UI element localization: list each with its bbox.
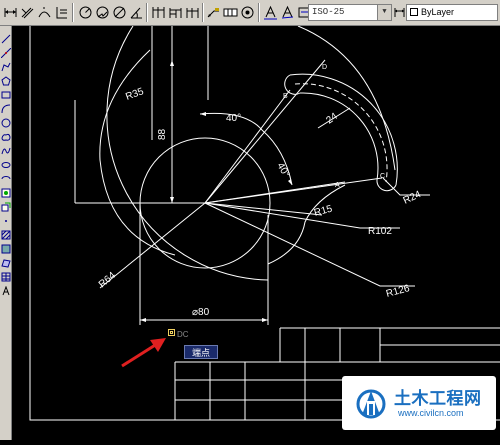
revcloud-icon[interactable] xyxy=(0,130,12,144)
jogged-dim-icon[interactable] xyxy=(94,3,111,21)
leader-r64 xyxy=(99,202,206,289)
red-arrowhead-icon xyxy=(150,338,166,352)
region-icon[interactable] xyxy=(0,256,12,270)
dimension-toolbar: ISO-25 ▼ ByLayer xyxy=(0,0,500,26)
toolbar-separator xyxy=(258,3,260,22)
draw-toolbar xyxy=(0,26,12,440)
chevron-down-icon[interactable]: ▼ xyxy=(377,5,391,20)
label-88: 88 xyxy=(157,128,168,140)
circle-icon[interactable] xyxy=(0,116,12,130)
radius-dim-icon[interactable] xyxy=(77,3,94,21)
center-mark-icon[interactable] xyxy=(239,3,256,21)
leader-r102 xyxy=(204,202,400,229)
label-r24: R24 xyxy=(402,189,424,207)
watermark-url: www.civilcn.com xyxy=(398,408,464,418)
label-40-right: 40° xyxy=(274,161,291,180)
slot-top-cap xyxy=(284,74,301,95)
center-to-d-line xyxy=(204,59,326,204)
quick-dim-icon[interactable] xyxy=(150,3,167,21)
arrow-88-top xyxy=(170,60,174,66)
angle-40-right-arc xyxy=(261,129,293,186)
aligned-dim-icon[interactable] xyxy=(19,3,36,21)
leader-r24 xyxy=(382,177,430,196)
dim-edit-icon[interactable] xyxy=(262,3,279,21)
point-d: D xyxy=(322,64,327,71)
arc-length-icon[interactable] xyxy=(36,3,53,21)
ordinate-dim-icon[interactable] xyxy=(53,3,70,21)
arrow-40-b xyxy=(288,179,292,185)
point-a: A xyxy=(335,182,340,189)
toolbar-separator xyxy=(72,3,74,22)
insert-block-icon[interactable] xyxy=(0,186,12,200)
arrow-dia80-right xyxy=(262,318,268,322)
arc-icon[interactable] xyxy=(0,102,12,116)
color-swatch-icon xyxy=(410,8,418,16)
label-dia80: ⌀80 xyxy=(192,307,210,318)
label-24: 24 xyxy=(324,111,340,127)
center-to-b-line xyxy=(204,89,291,204)
toolbar-separator xyxy=(146,3,148,22)
point-b: B xyxy=(283,93,288,100)
layer-value: ByLayer xyxy=(421,7,455,17)
dim-style-select[interactable]: ISO-25 ▼ xyxy=(308,4,392,21)
rectangle-icon[interactable] xyxy=(0,88,12,102)
center-leader-r15 xyxy=(204,202,323,216)
spline-icon[interactable] xyxy=(0,144,12,158)
multiline-text-icon[interactable] xyxy=(0,284,12,298)
construction-line-icon[interactable] xyxy=(0,46,12,60)
slot-outer-arc xyxy=(289,73,398,186)
watermark-title: 土木工程网 xyxy=(394,389,482,409)
outer-arc xyxy=(106,25,269,281)
label-r64: R64 xyxy=(97,270,118,291)
angular-dim-icon[interactable] xyxy=(128,3,145,21)
point-icon[interactable] xyxy=(0,214,12,228)
slot-inner-arc xyxy=(299,92,379,181)
make-block-icon[interactable] xyxy=(0,200,12,214)
label-r102: R102 xyxy=(368,226,392,237)
diameter-dim-icon[interactable] xyxy=(111,3,128,21)
ellipse-icon[interactable] xyxy=(0,158,12,172)
continue-dim-icon[interactable] xyxy=(184,3,201,21)
endpoint-snap-marker-icon xyxy=(168,329,175,336)
label-r35: R35 xyxy=(124,86,145,103)
layer-select[interactable]: ByLayer xyxy=(406,4,498,21)
dim-style-value: ISO-25 xyxy=(312,7,345,17)
gradient-icon[interactable] xyxy=(0,242,12,256)
hatch-icon[interactable] xyxy=(0,228,12,242)
quick-leader-icon[interactable] xyxy=(205,3,222,21)
snap-label: DC xyxy=(177,330,189,339)
drawing-border xyxy=(29,26,500,421)
slot-center-arc xyxy=(294,83,388,183)
polygon-icon[interactable] xyxy=(0,74,12,88)
linear-dim-icon[interactable] xyxy=(2,3,19,21)
ellipse-arc-icon[interactable] xyxy=(0,172,12,186)
dim-text-edit-icon[interactable] xyxy=(279,3,296,21)
toolbar-separator xyxy=(202,3,204,22)
arrow-dia80-left xyxy=(140,318,146,322)
upper-right-boundary xyxy=(297,25,396,171)
point-c: C xyxy=(380,173,385,180)
tolerance-icon[interactable] xyxy=(222,3,239,21)
leader-r126 xyxy=(204,202,415,287)
center-leader-b xyxy=(204,177,383,204)
blend-arc xyxy=(267,184,346,265)
watermark: 土木工程网 www.civilcn.com xyxy=(342,376,496,430)
polyline-icon[interactable] xyxy=(0,60,12,74)
table-icon[interactable] xyxy=(0,270,12,284)
arrow-88-bottom xyxy=(170,197,174,203)
civilcn-logo-icon xyxy=(356,389,386,419)
arrow-40-a xyxy=(200,112,206,116)
line-icon[interactable] xyxy=(0,32,12,46)
baseline-dim-icon[interactable] xyxy=(167,3,184,21)
osnap-tooltip: 端点 xyxy=(184,345,218,359)
label-40-top: 40° xyxy=(226,113,241,124)
